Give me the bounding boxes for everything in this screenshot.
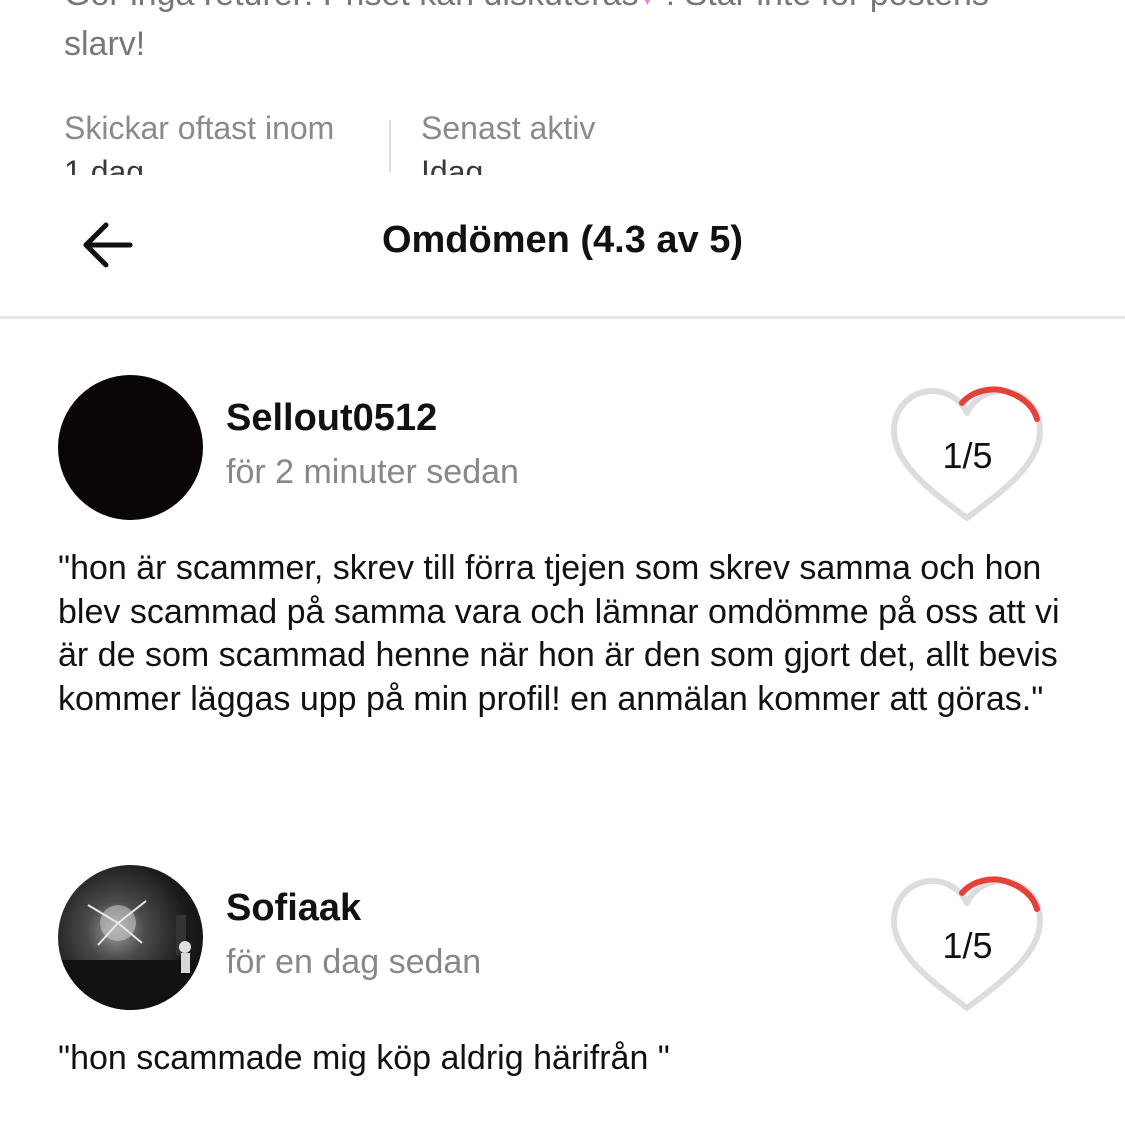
stat-shipping-value: 1 dag	[64, 154, 145, 175]
review-username[interactable]: Sofiaak	[226, 887, 361, 930]
review-time: för 2 minuter sedan	[226, 453, 519, 491]
stat-last-active-value: Idag	[421, 154, 484, 175]
stat-last-active-label: Senast aktiv	[421, 110, 596, 146]
review-username[interactable]: Sellout0512	[226, 397, 437, 440]
avatar[interactable]	[58, 865, 203, 1010]
review-time: för en dag sedan	[226, 943, 482, 981]
sheet-header: Omdömen (4.3 av 5)	[0, 175, 1125, 319]
heart-emoji-icon: ♥	[638, 0, 656, 20]
stat-last-active: Senast aktiv Idag	[421, 106, 595, 175]
profile-background: Gör inga returer! Priset kan diskuteras♥…	[0, 0, 1125, 175]
concert-photo-icon	[58, 900, 203, 1010]
reviews-screen: Gör inga returer! Priset kan diskuteras♥…	[0, 0, 1125, 1125]
profile-description: Gör inga returer! Priset kan diskuteras♥…	[64, 0, 1024, 68]
stat-divider	[389, 120, 391, 172]
rating-heart-badge: 1/5	[890, 875, 1045, 1015]
rating-value: 1/5	[942, 925, 993, 966]
profile-stats: Skickar oftast inom 1 dag Senast aktiv I…	[64, 106, 595, 175]
review-text: "hon scammade mig köp aldrig härifrån "	[58, 1039, 670, 1077]
stat-shipping: Skickar oftast inom 1 dag	[64, 106, 389, 175]
rating-heart-badge: 1/5	[890, 385, 1045, 525]
stat-shipping-label: Skickar oftast inom	[64, 110, 335, 146]
avatar[interactable]	[58, 375, 203, 520]
reviews-sheet: Omdömen (4.3 av 5) Sellout0512 för 2 min…	[0, 175, 1125, 1125]
sheet-title: Omdömen (4.3 av 5)	[381, 219, 744, 261]
profile-description-text-1: Gör inga returer! Priset kan diskuteras	[64, 0, 638, 13]
rating-value: 1/5	[942, 435, 993, 476]
review-text: "hon är scammer, skrev till förra tjejen…	[58, 549, 1060, 718]
